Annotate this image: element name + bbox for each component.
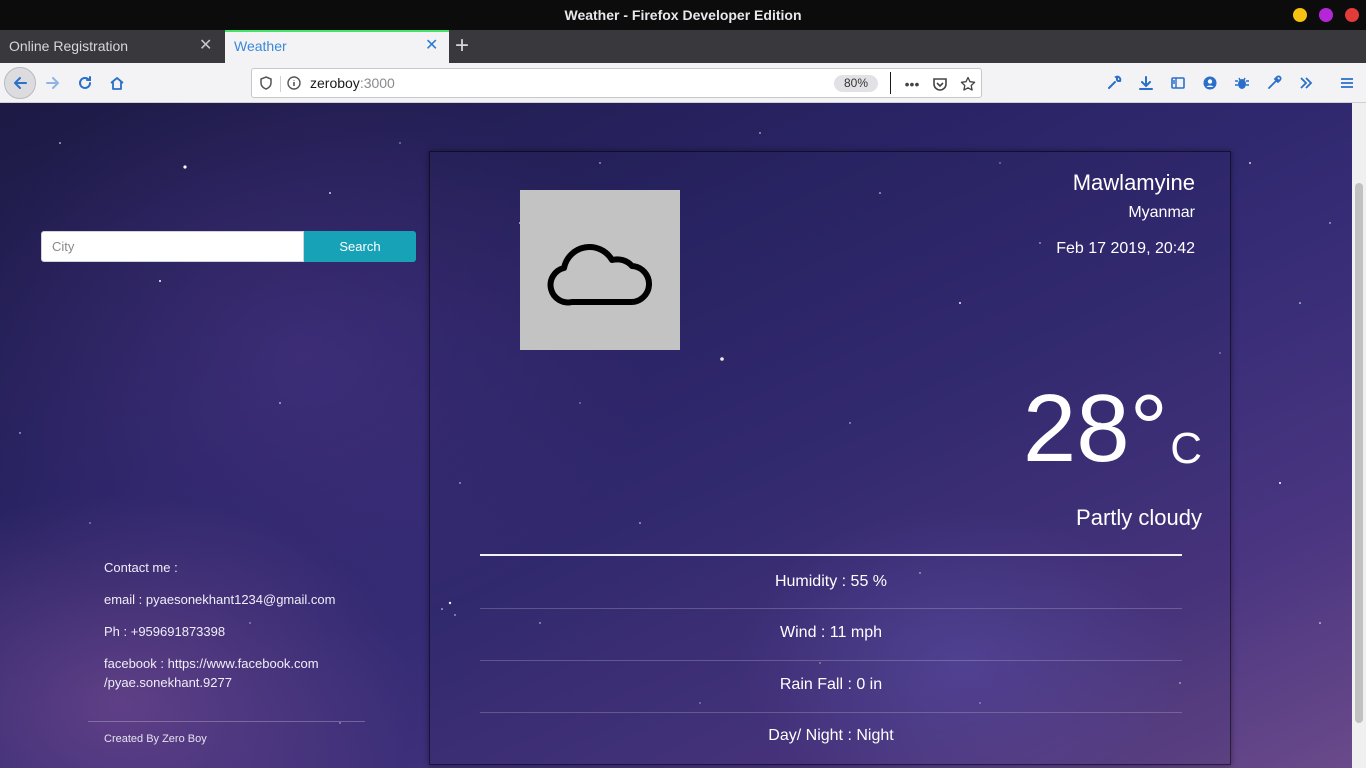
stat-divider xyxy=(480,712,1182,713)
tab-label: Online Registration xyxy=(9,38,129,54)
day-night-stat: Day/ Night : Night xyxy=(768,727,894,744)
url-bar[interactable]: zeroboy:3000 80% ••• xyxy=(251,68,982,98)
account-icon[interactable] xyxy=(1199,72,1221,94)
cloud-icon xyxy=(547,244,653,306)
navigation-toolbar: zeroboy:3000 80% ••• xyxy=(0,63,1366,103)
tab-label: Weather xyxy=(234,38,287,54)
eyedropper-icon[interactable] xyxy=(1263,72,1285,94)
page-scrollbar[interactable] xyxy=(1352,103,1366,768)
bug-icon[interactable] xyxy=(1231,72,1253,94)
home-icon xyxy=(110,77,124,90)
minimize-button[interactable] xyxy=(1293,8,1307,22)
temperature-value: 28° xyxy=(1022,375,1168,482)
new-tab-plus-icon[interactable]: + xyxy=(455,33,469,59)
arrow-right-icon xyxy=(46,77,59,89)
contact-facebook-line1: facebook : https://www.facebook.com xyxy=(104,656,319,671)
overflow-chevron-icon[interactable] xyxy=(1295,72,1317,94)
hamburger-menu-icon[interactable] xyxy=(1336,72,1358,94)
forward-button[interactable] xyxy=(40,70,66,96)
weather-page: Search Contact me : email : pyaesonekhan… xyxy=(0,103,1352,768)
site-info-icon[interactable] xyxy=(286,75,302,96)
rainfall-stat: Rain Fall : 0 in xyxy=(779,676,883,693)
weather-condition: Partly cloudy xyxy=(1076,505,1202,530)
footer-credit: Created By Zero Boy xyxy=(104,733,207,745)
url-host: zeroboy xyxy=(310,75,360,91)
download-icon[interactable] xyxy=(1135,72,1157,94)
date-time: Feb 17 2019, 20:42 xyxy=(1056,240,1195,257)
weather-card: Mawlamyine Myanmar Feb 17 2019, 20:42 28… xyxy=(429,151,1231,765)
tab-weather[interactable]: Weather ✕ xyxy=(225,30,449,63)
tracking-shield-icon[interactable] xyxy=(258,75,274,96)
sidebar-icon[interactable] xyxy=(1167,72,1189,94)
wrench-icon[interactable] xyxy=(1103,72,1125,94)
contact-facebook-line2: /pyae.sonekhant.9277 xyxy=(104,675,232,690)
contact-heading: Contact me : xyxy=(104,560,178,575)
city-search-form: Search xyxy=(41,231,416,262)
humidity-stat: Humidity : 55 % xyxy=(774,573,888,590)
maximize-button[interactable] xyxy=(1319,8,1333,22)
reload-button[interactable] xyxy=(72,70,98,96)
page-actions-icon[interactable]: ••• xyxy=(902,74,922,94)
url-separator xyxy=(280,76,281,92)
weather-divider xyxy=(480,554,1182,556)
wind-stat: Wind : 11 mph xyxy=(780,624,882,641)
reload-icon xyxy=(79,76,91,89)
tab-strip: Online Registration ✕ Weather ✕ + xyxy=(0,30,1366,63)
url-port: :3000 xyxy=(359,75,395,91)
bookmark-star-icon[interactable] xyxy=(958,74,978,94)
contact-email: email : pyaesonekhant1234@gmail.com xyxy=(104,592,336,607)
stat-divider xyxy=(480,608,1182,609)
close-tab-icon[interactable]: ✕ xyxy=(199,38,212,54)
tab-online-registration[interactable]: Online Registration ✕ xyxy=(0,30,224,63)
search-button[interactable]: Search xyxy=(304,231,416,262)
city-name: Mawlamyine xyxy=(1072,170,1195,195)
window-title: Weather - Firefox Developer Edition xyxy=(564,7,802,23)
close-window-button[interactable] xyxy=(1345,8,1359,22)
zoom-level-badge[interactable]: 80% xyxy=(834,75,878,92)
stat-divider xyxy=(480,660,1182,661)
footer-divider xyxy=(88,721,365,722)
url-bar-divider xyxy=(890,72,891,94)
city-search-input[interactable] xyxy=(41,231,304,262)
weather-icon-box xyxy=(520,190,680,350)
scrollbar-thumb[interactable] xyxy=(1355,183,1363,723)
arrow-left-icon xyxy=(14,77,27,89)
contact-phone: Ph : +959691873398 xyxy=(104,624,226,639)
home-button[interactable] xyxy=(104,70,130,96)
pocket-icon[interactable] xyxy=(930,74,950,94)
window-titlebar: Weather - Firefox Developer Edition xyxy=(0,0,1366,30)
country-name: Myanmar xyxy=(1128,204,1195,221)
url-text[interactable]: zeroboy:3000 xyxy=(310,75,395,91)
temperature-unit: C xyxy=(1170,424,1202,473)
close-tab-icon[interactable]: ✕ xyxy=(425,38,438,54)
back-button[interactable] xyxy=(4,67,36,99)
